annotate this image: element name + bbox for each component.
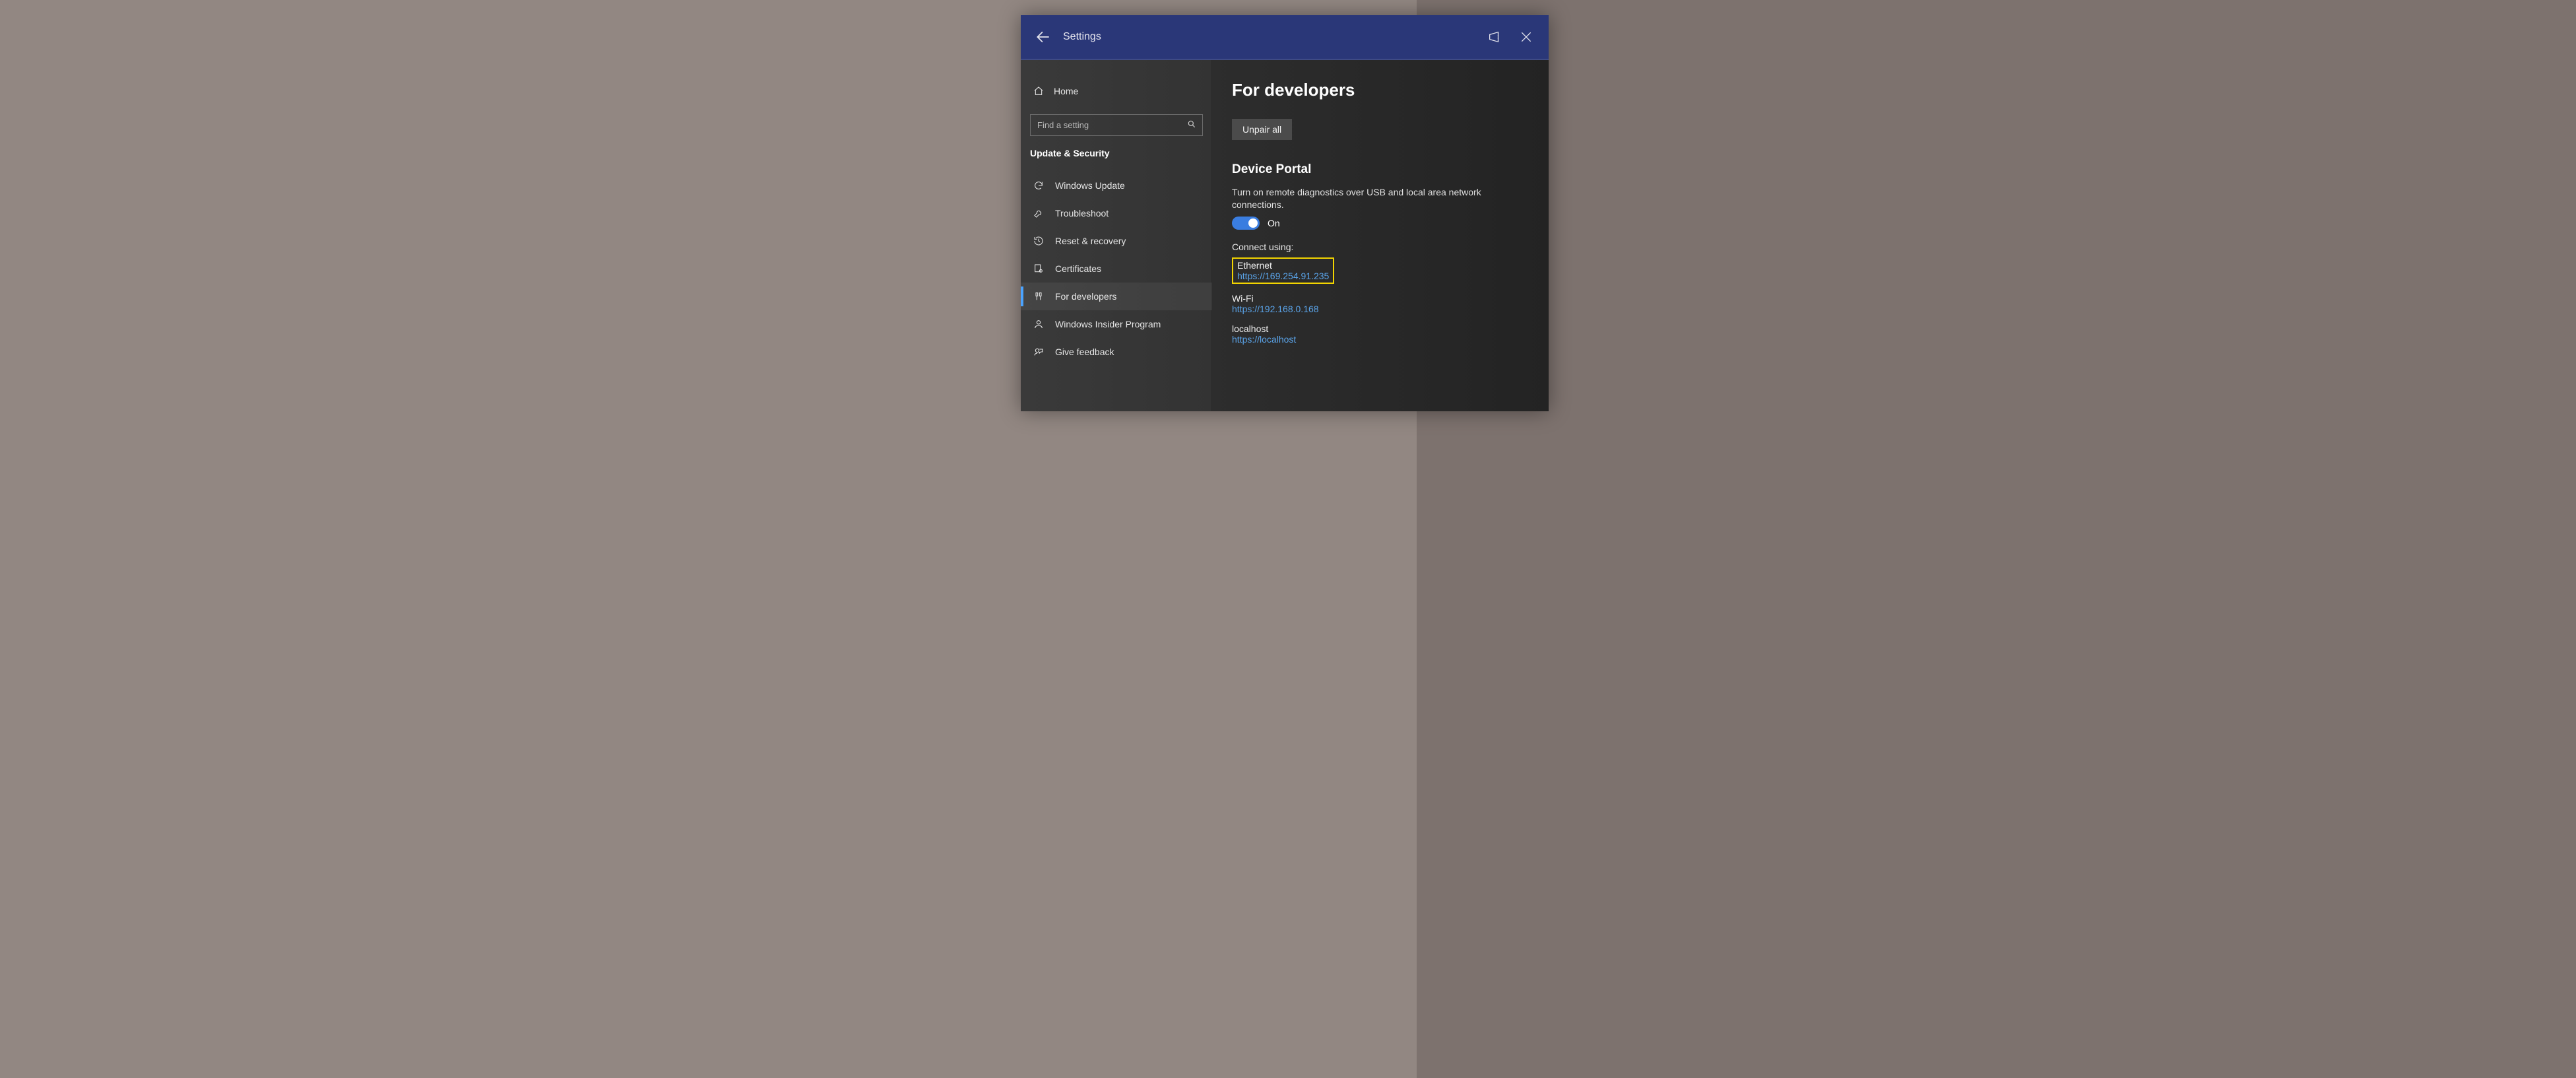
device-portal-heading: Device Portal	[1232, 162, 1529, 177]
settings-window: Settings	[1021, 15, 1549, 411]
feedback-icon	[1033, 346, 1045, 358]
connection-url-localhost[interactable]: https://localhost	[1232, 334, 1529, 345]
connection-name-ethernet: Ethernet	[1237, 260, 1329, 271]
wrench-icon	[1033, 207, 1045, 219]
main-content: For developers Unpair all Device Portal …	[1212, 60, 1549, 411]
follow-me-button[interactable]	[1479, 21, 1510, 53]
sidebar-item-certificates[interactable]: Certificates	[1021, 255, 1212, 283]
page-heading: For developers	[1232, 80, 1529, 100]
search-input[interactable]	[1030, 114, 1203, 136]
sidebar-item-label: Reset & recovery	[1055, 236, 1126, 246]
home-icon	[1033, 85, 1045, 97]
search-wrapper	[1021, 114, 1212, 148]
sidebar-home[interactable]: Home	[1021, 80, 1212, 102]
ethernet-highlight: Ethernet https://169.254.91.235	[1232, 257, 1334, 284]
connection-url-wifi[interactable]: https://192.168.0.168	[1232, 304, 1529, 314]
close-icon	[1520, 30, 1533, 44]
sidebar-item-for-developers[interactable]: For developers	[1021, 283, 1212, 310]
person-icon	[1033, 318, 1045, 330]
back-arrow-icon	[1035, 28, 1052, 46]
unpair-all-button[interactable]: Unpair all	[1232, 119, 1292, 140]
developers-icon	[1033, 290, 1045, 302]
certificate-icon	[1033, 263, 1045, 275]
connect-using-label: Connect using:	[1232, 242, 1529, 252]
sync-icon	[1033, 180, 1045, 191]
sidebar-section-label: Update & Security	[1021, 148, 1212, 172]
sidebar-item-insider-program[interactable]: Windows Insider Program	[1021, 310, 1212, 338]
device-portal-description: Turn on remote diagnostics over USB and …	[1232, 186, 1483, 211]
sidebar-item-give-feedback[interactable]: Give feedback	[1021, 338, 1212, 366]
sidebar-item-troubleshoot[interactable]: Troubleshoot	[1021, 199, 1212, 227]
sidebar-item-label: Windows Update	[1055, 180, 1125, 191]
sidebar-item-reset-recovery[interactable]: Reset & recovery	[1021, 227, 1212, 255]
device-portal-toggle[interactable]	[1232, 217, 1260, 230]
sidebar-item-label: For developers	[1055, 291, 1116, 302]
history-icon	[1033, 235, 1045, 247]
connection-url-ethernet[interactable]: https://169.254.91.235	[1237, 271, 1329, 281]
close-button[interactable]	[1510, 21, 1542, 53]
connection-name-localhost: localhost	[1232, 323, 1529, 334]
toggle-knob	[1248, 219, 1258, 228]
sidebar-home-label: Home	[1054, 86, 1078, 96]
sidebar-item-label: Windows Insider Program	[1055, 319, 1161, 329]
sidebar: Home Update & Security	[1021, 60, 1212, 411]
connection-name-wifi: Wi-Fi	[1232, 293, 1529, 304]
sidebar-item-label: Certificates	[1055, 263, 1101, 274]
title-bar: Settings	[1021, 15, 1549, 60]
toggle-state-label: On	[1268, 218, 1280, 228]
follow-me-icon	[1487, 30, 1502, 44]
sidebar-item-label: Troubleshoot	[1055, 208, 1109, 219]
window-title: Settings	[1063, 31, 1101, 43]
sidebar-item-label: Give feedback	[1055, 347, 1114, 357]
back-button[interactable]	[1027, 21, 1059, 53]
sidebar-item-windows-update[interactable]: Windows Update	[1021, 172, 1212, 199]
